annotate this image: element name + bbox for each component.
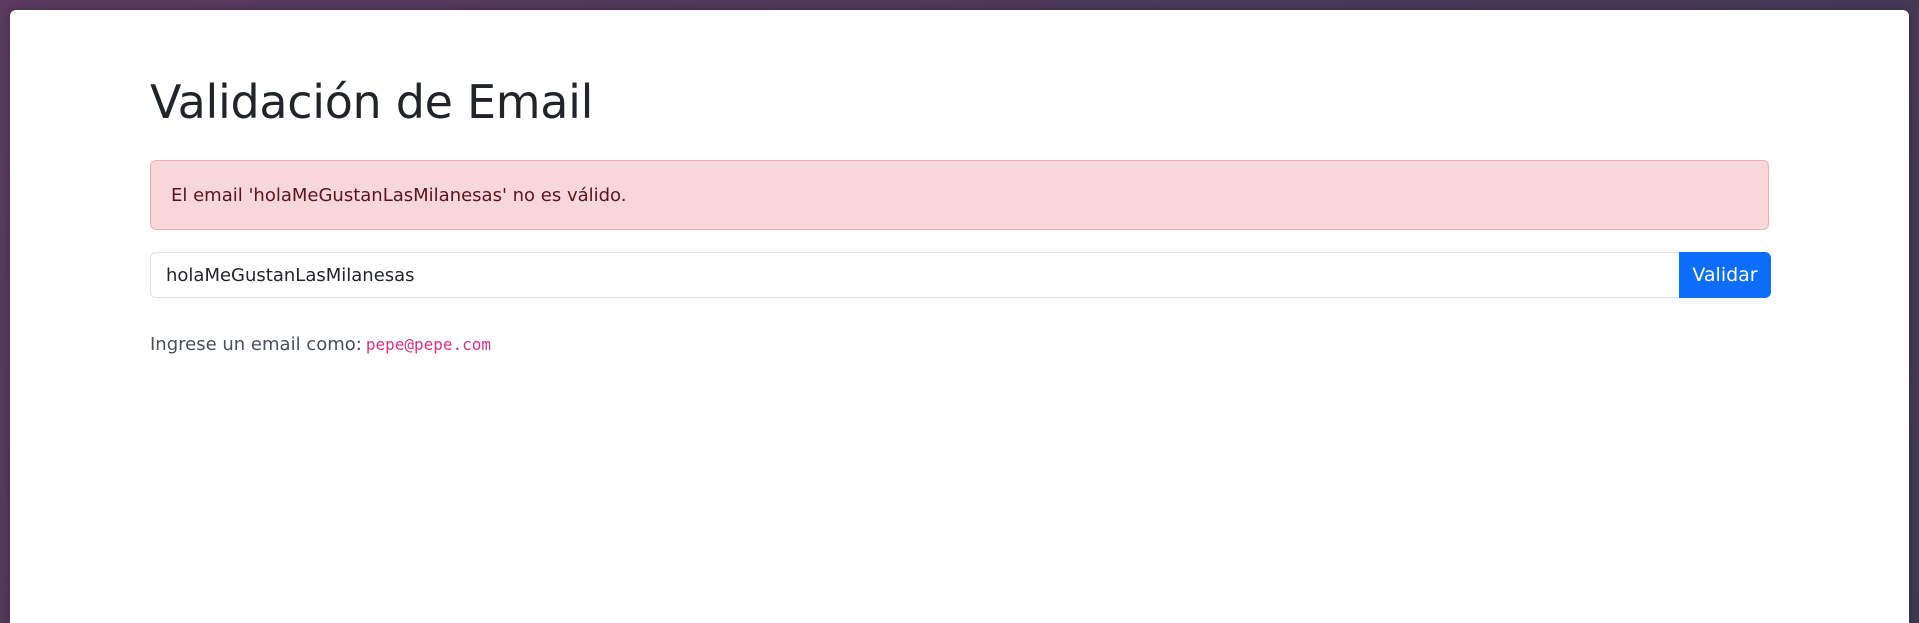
email-hint: Ingrese un email como: pepe@pepe.com xyxy=(150,334,491,355)
error-alert-message: El email 'holaMeGustanLasMilanesas' no e… xyxy=(171,185,627,206)
email-hint-text: Ingrese un email como: xyxy=(150,334,362,355)
validate-button[interactable]: Validar xyxy=(1679,252,1771,298)
email-hint-example: pepe@pepe.com xyxy=(365,335,492,354)
error-alert: El email 'holaMeGustanLasMilanesas' no e… xyxy=(150,160,1769,230)
page-title: Validación de Email xyxy=(150,75,594,129)
email-input[interactable] xyxy=(150,252,1679,298)
browser-window: Validación de Email El email 'holaMeGust… xyxy=(10,10,1909,623)
email-input-group: Validar xyxy=(150,252,1771,298)
